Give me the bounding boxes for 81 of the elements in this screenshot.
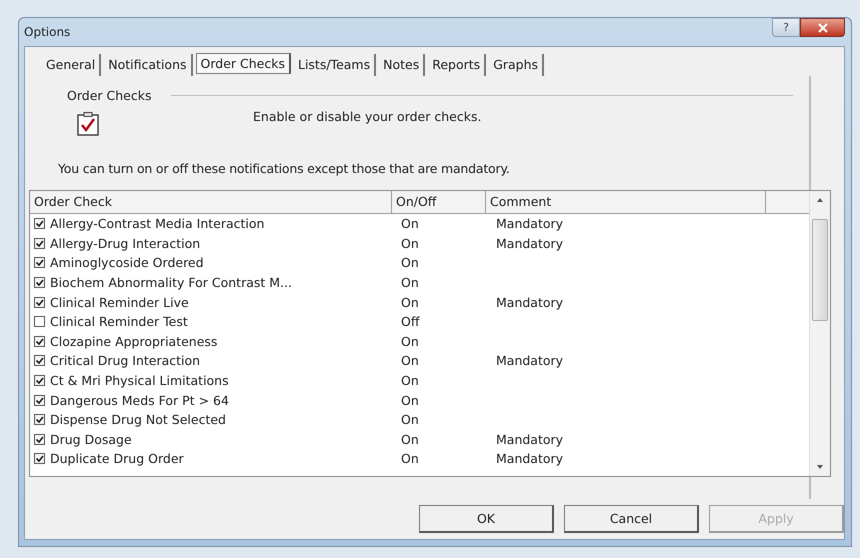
checkbox[interactable] — [34, 277, 45, 288]
checkbox[interactable] — [34, 394, 45, 406]
scroll-thumb[interactable] — [812, 219, 828, 321]
table-cell: Dangerous Meds For Pt > 64 — [50, 392, 229, 408]
table-cell: Dispense Drug Not Selected — [50, 412, 226, 428]
up-arrow-icon — [816, 197, 824, 203]
table-cell-text: On — [400, 412, 420, 428]
check-icon — [35, 336, 44, 346]
clipboard-check-icon — [76, 111, 100, 137]
checkbox[interactable] — [34, 238, 45, 249]
table-cell: Critical Drug Interaction — [50, 353, 200, 368]
table-cell-text: Off — [400, 314, 421, 330]
tab[interactable]: Notes — [379, 54, 426, 76]
table-cell-text: On — [400, 334, 420, 349]
column-header[interactable]: On/Off — [392, 191, 486, 213]
table-cell: Clinical Reminder Test — [50, 314, 188, 330]
check-icon — [35, 396, 44, 405]
table-cell-text: On — [400, 255, 420, 270]
checkbox[interactable] — [34, 434, 45, 445]
window-title: Options — [24, 25, 70, 39]
close-icon — [818, 22, 828, 32]
tab[interactable]: Graphs — [489, 54, 544, 76]
table-cell: Clinical Reminder Live — [50, 294, 189, 310]
table-cell: Mandatory — [496, 451, 564, 466]
checkbox[interactable] — [34, 414, 45, 426]
down-arrow-icon — [816, 464, 824, 470]
tab[interactable]: Order Checks — [196, 53, 291, 74]
table-cell: Clozapine Appropriateness — [50, 334, 218, 349]
description-text: Enable or disable your order checks. — [253, 109, 482, 124]
tab[interactable]: Reports — [428, 54, 486, 76]
table-cell-text: On — [400, 392, 420, 408]
check-icon — [35, 454, 44, 464]
tab[interactable]: Notifications — [104, 54, 193, 76]
dialog-button[interactable]: Cancel — [564, 505, 699, 533]
column-header[interactable]: Order Check — [30, 191, 392, 213]
table-cell: Mandatory — [496, 432, 564, 447]
checkbox[interactable] — [34, 257, 45, 268]
tab[interactable]: Lists/Teams — [294, 54, 376, 76]
table-cell: Aminoglycoside Ordered — [50, 255, 204, 270]
check-icon — [35, 278, 44, 288]
table-cell: Drug Dosage — [50, 432, 132, 447]
table-cell-text: On — [400, 216, 420, 232]
check-icon — [35, 258, 44, 268]
check-icon — [35, 376, 44, 386]
note-text: You can turn on or off these notifications except those that are mandatory. — [57, 161, 511, 176]
table-cell: Duplicate Drug Order — [50, 451, 184, 466]
table-cell: Allergy-Drug Interaction — [50, 236, 200, 251]
check-icon — [35, 415, 44, 424]
table-cell: Mandatory — [496, 236, 564, 251]
tab[interactable]: General — [42, 54, 102, 76]
close-button[interactable] — [800, 18, 845, 37]
check-icon — [35, 356, 44, 366]
checkbox[interactable] — [34, 316, 45, 328]
checkbox[interactable] — [34, 218, 45, 230]
table-cell: Mandatory — [496, 353, 564, 368]
table-cell-text: On — [400, 236, 420, 251]
check-icon — [35, 238, 44, 248]
table-cell-text: On — [400, 294, 420, 310]
table-cell-text: On — [400, 373, 420, 388]
check-icon — [35, 298, 44, 307]
checkbox[interactable] — [34, 296, 45, 308]
table-cell-text: On — [400, 432, 420, 447]
help-button[interactable]: ? — [772, 18, 800, 37]
table-cell: Allergy-Contrast Media Interaction — [50, 216, 264, 232]
column-header[interactable]: Comment — [486, 191, 766, 213]
group-title: Order Checks — [67, 88, 152, 103]
table-cell: Ct & Mri Physical Limitations — [50, 373, 229, 388]
table-cell-text: On — [400, 275, 420, 290]
check-icon — [35, 434, 44, 444]
check-icon — [35, 219, 44, 228]
table-cell-text: On — [400, 451, 420, 466]
checkbox[interactable] — [34, 355, 45, 366]
table-cell: Mandatory — [496, 294, 564, 310]
scrollbar[interactable] — [809, 191, 830, 476]
checkbox[interactable] — [34, 336, 45, 347]
checkbox[interactable] — [34, 453, 45, 464]
dialog-button[interactable]: OK — [419, 505, 554, 533]
table-cell: Mandatory — [496, 216, 564, 232]
table-cell: Biochem Abnormality For Contrast M... — [50, 275, 292, 290]
checkbox[interactable] — [34, 375, 45, 386]
table-cell-text: On — [400, 353, 420, 368]
